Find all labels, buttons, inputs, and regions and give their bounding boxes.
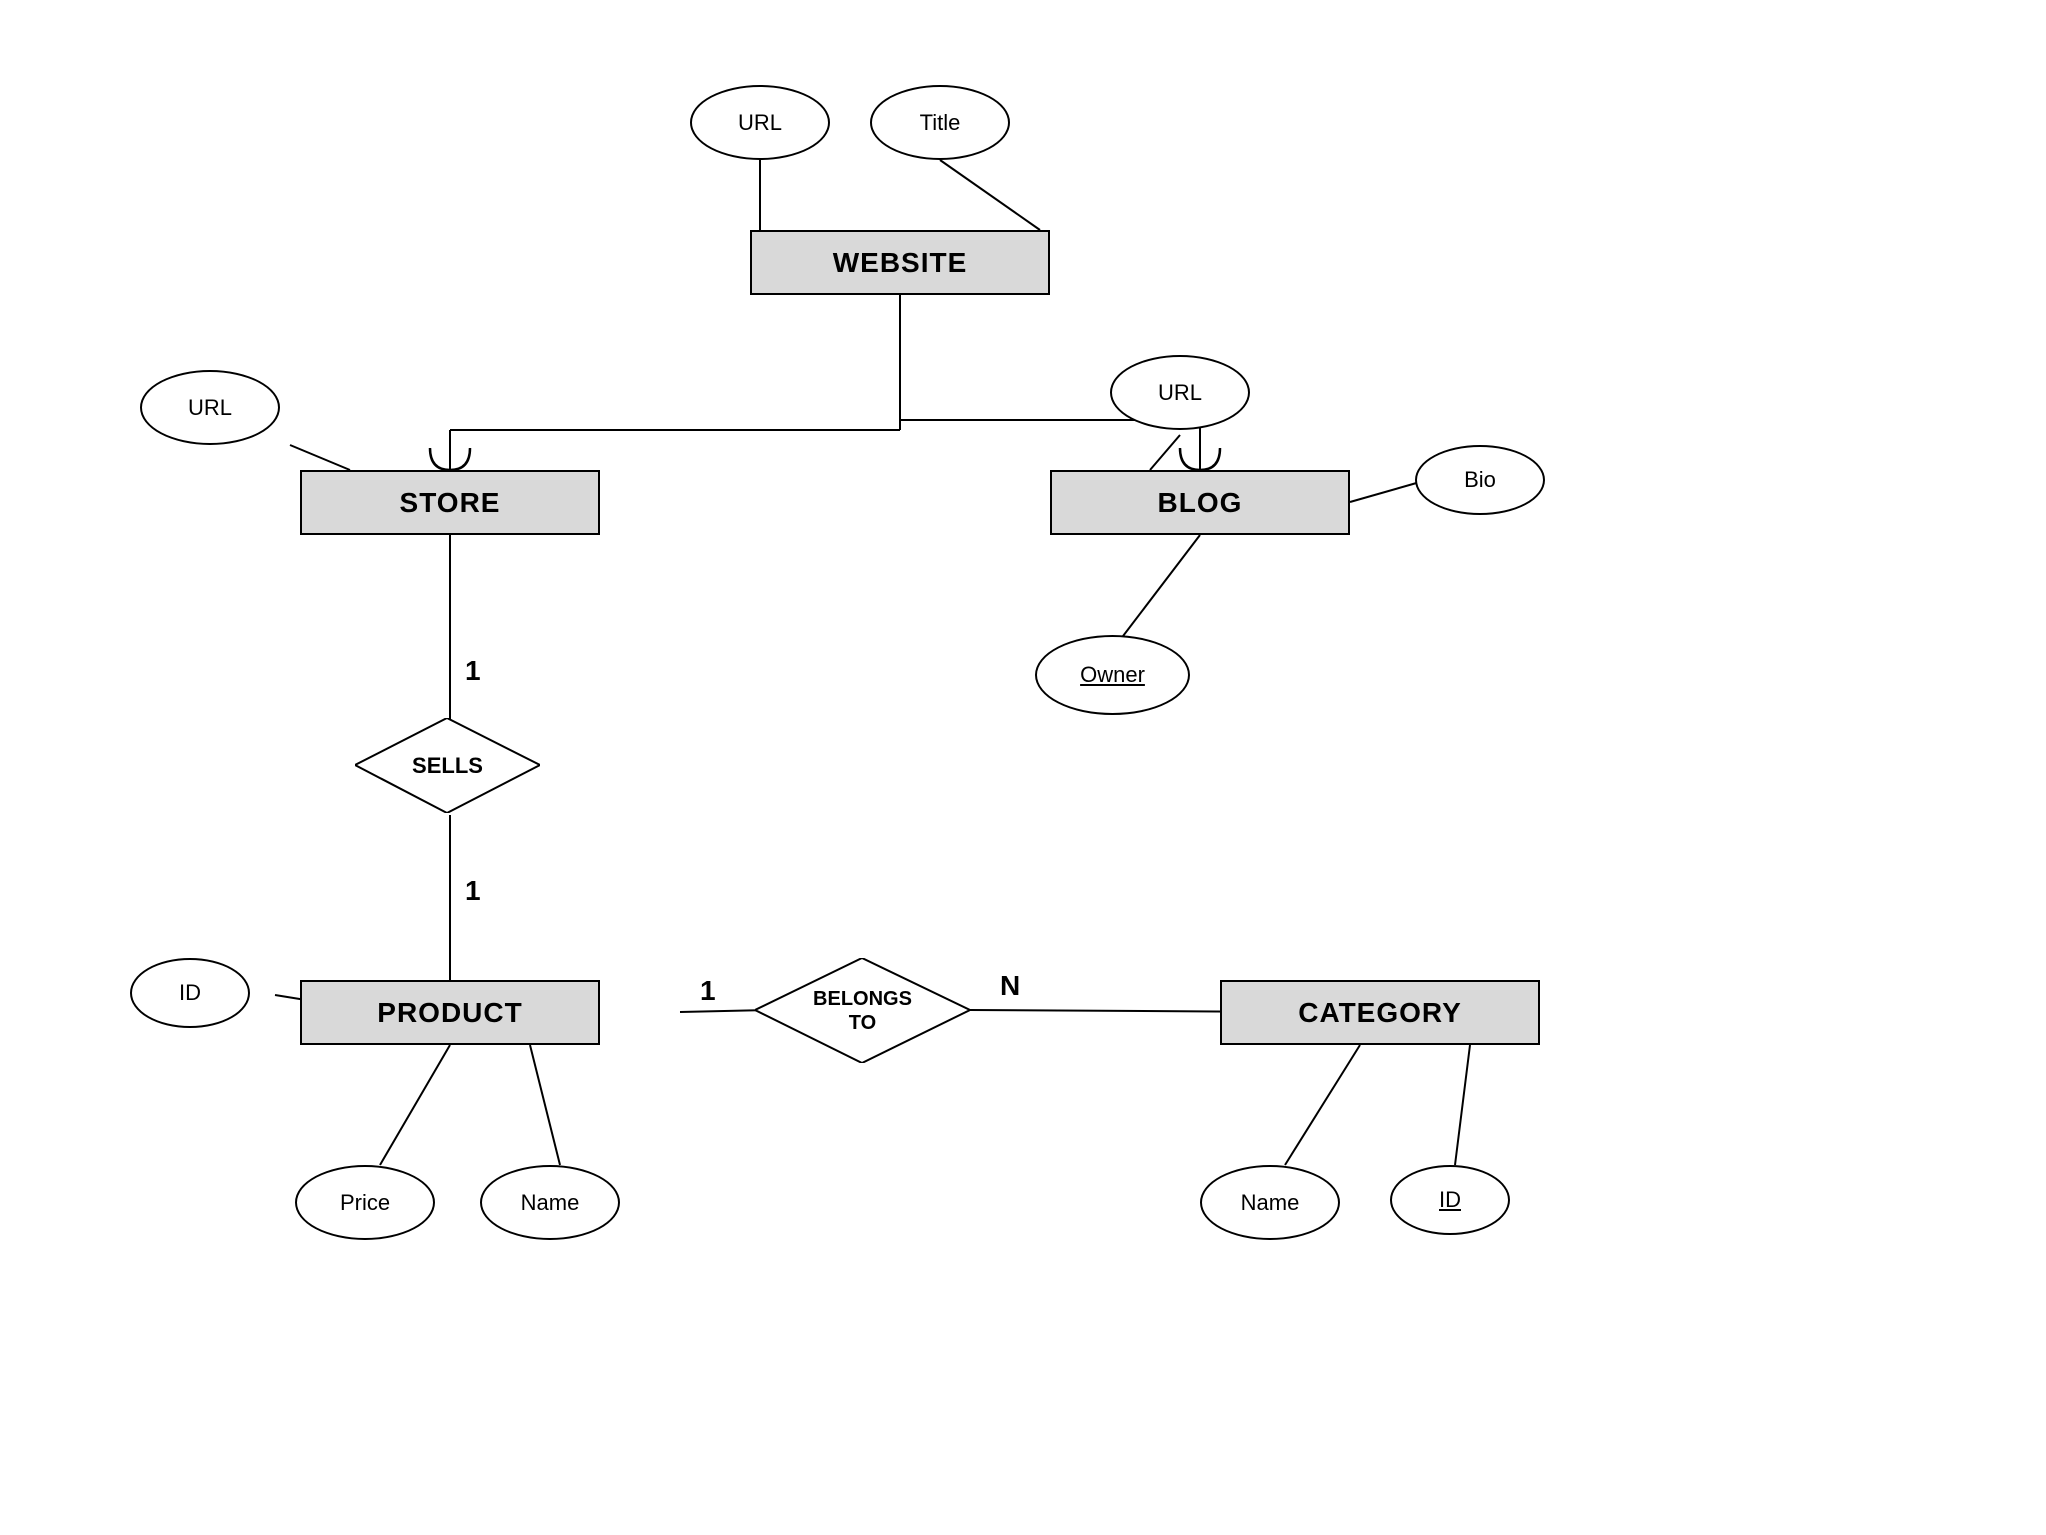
entity-store: STORE: [300, 470, 600, 535]
svg-text:1: 1: [465, 655, 481, 686]
ellipse-url3: URL: [1110, 355, 1250, 430]
ellipse-price: Price: [295, 1165, 435, 1240]
ellipse-title1: Title: [870, 85, 1010, 160]
diamond-sells: SELLS: [355, 718, 540, 813]
svg-text:1: 1: [465, 875, 481, 906]
diamond-belongs-to: BELONGSTO: [755, 958, 970, 1063]
ellipse-name1: Name: [480, 1165, 620, 1240]
ellipse-bio: Bio: [1415, 445, 1545, 515]
ellipse-url1: URL: [690, 85, 830, 160]
ellipse-url2: URL: [140, 370, 280, 445]
svg-text:1: 1: [700, 975, 716, 1006]
entity-product: PRODUCT: [300, 980, 600, 1045]
entity-category: CATEGORY: [1220, 980, 1540, 1045]
entity-blog: BLOG: [1050, 470, 1350, 535]
ellipse-id2: ID: [1390, 1165, 1510, 1235]
entity-website: WEBSITE: [750, 230, 1050, 295]
ellipse-id1: ID: [130, 958, 250, 1028]
ellipse-owner: Owner: [1035, 635, 1190, 715]
svg-text:N: N: [1000, 970, 1020, 1001]
ellipse-name2: Name: [1200, 1165, 1340, 1240]
er-diagram: 1 1 1 N WEBSITE STORE BLOG PRODUCT CATEG…: [0, 0, 2046, 1535]
